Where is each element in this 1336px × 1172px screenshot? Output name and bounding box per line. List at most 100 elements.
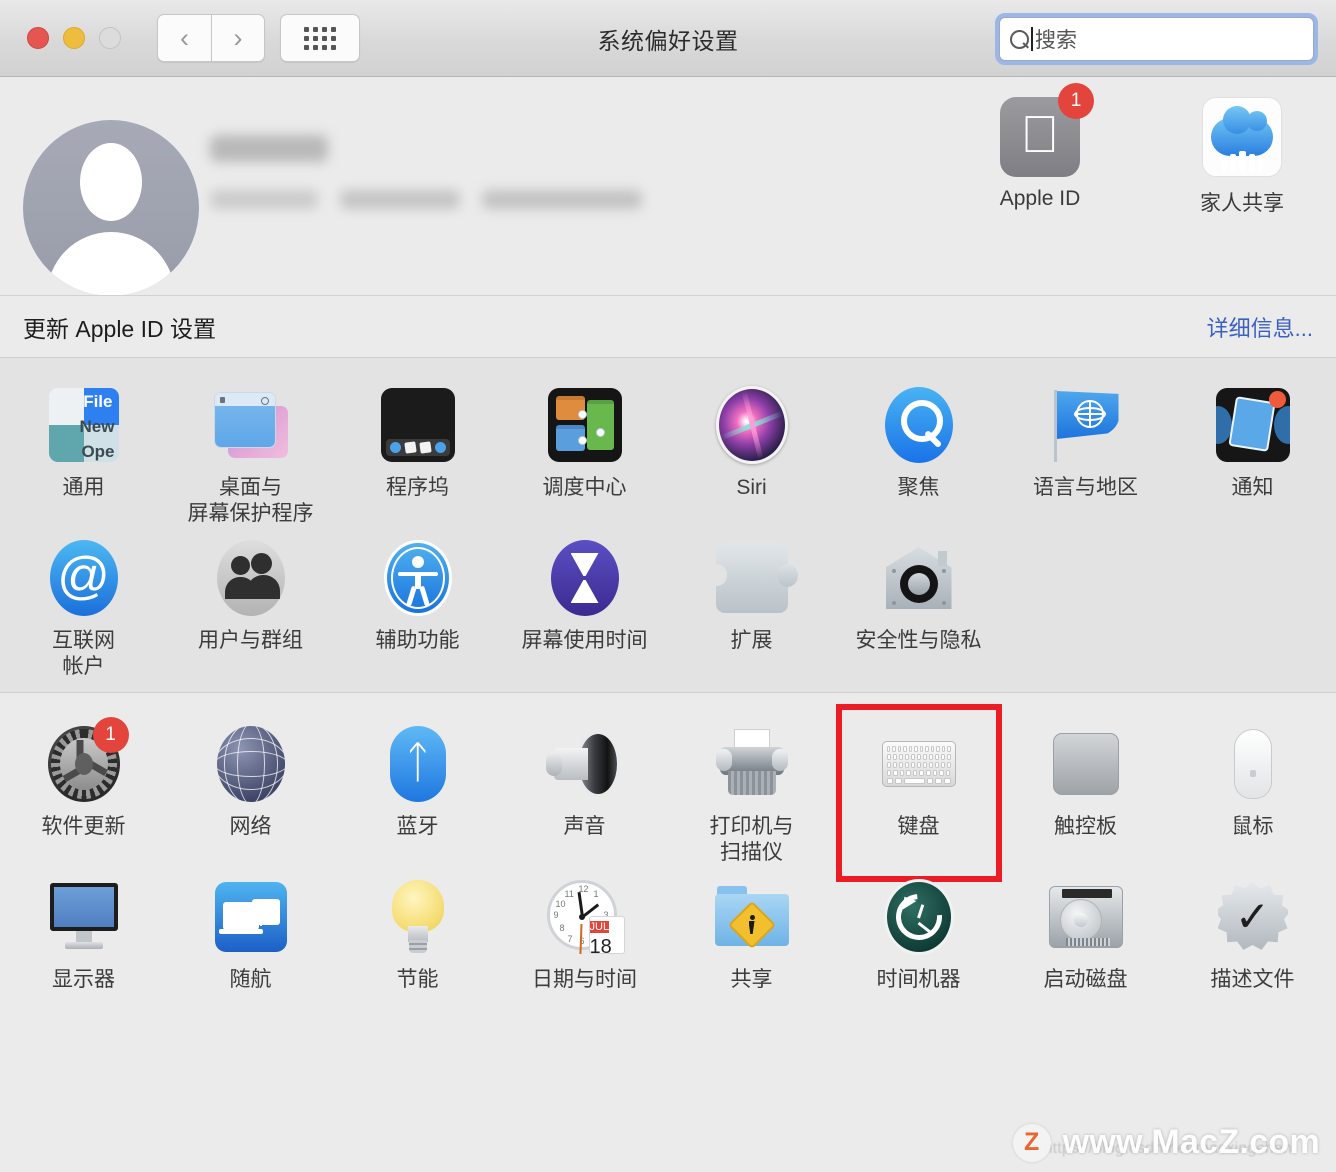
energy-saver-bulb-icon [377,876,459,958]
pref-item-sidecar[interactable]: 随航 [167,868,334,1021]
family-sharing-button[interactable]: 家人共享 [1172,97,1312,217]
pref-item-users-groups[interactable]: 用户与群组 [167,529,334,682]
macz-logo-icon: Z [1012,1123,1051,1162]
time-machine-icon [878,876,960,958]
trackpad-icon [1045,723,1127,805]
pref-item-general[interactable]: File New Ope 通用 [0,376,167,529]
watermark: Z www.MacZ.com [1012,1123,1320,1162]
pref-item-mission-control[interactable]: 调度中心 [501,376,668,529]
pref-grid-spacer [1169,529,1336,682]
bluetooth-icon: ᛏ [377,723,459,805]
pref-item-language-region[interactable]: 语言与地区 [1002,376,1169,529]
pref-item-sound[interactable]: 声音 [501,715,668,868]
text-cursor [1031,27,1033,51]
preference-row: File New Ope 通用 桌面与 屏幕保护程序 程序坞 调度中心 Siri… [0,376,1336,529]
pref-item-startup-disk[interactable]: 启动磁盘 [1002,868,1169,1021]
pref-item-screen-time[interactable]: 屏幕使用时间 [501,529,668,682]
desktop-screensaver-icon [210,384,292,466]
pref-item-security-privacy[interactable]: 安全性与隐私 [835,529,1002,682]
displays-icon [43,876,125,958]
pref-item-label: 打印机与 扫描仪 [709,815,794,864]
calendar-chip: JUL 18 [588,916,625,954]
date-time-clock-icon: 12 3 6 9 11 1 10 8 7 JUL 18 [544,876,626,958]
pref-item-label: Siri [736,476,767,499]
search-placeholder: 搜索 [1035,29,1077,52]
pref-item-desktop-screensaver[interactable]: 桌面与 屏幕保护程序 [167,376,334,529]
dock-icon [377,384,459,466]
network-globe-icon [210,723,292,805]
account-name-redacted [210,135,328,162]
apple-id-account-banner[interactable]:  1 Apple ID 家人共享 [0,77,1336,296]
preference-row: @ 互联网 帐户 用户与群组 辅助功能 屏幕使用时间 扩展 安全性与隐私 [0,529,1336,682]
pref-item-trackpad[interactable]: 触控板 [1002,715,1169,868]
apple-logo-icon:  1 [1000,83,1094,177]
sound-speaker-icon [544,723,626,805]
pref-item-extensions[interactable]: 扩展 [668,529,835,682]
notifications-icon [1212,384,1294,466]
details-link[interactable]: 详细信息... [1207,311,1313,343]
pref-item-label: 程序坞 [386,476,449,499]
pref-item-sharing[interactable]: 共享 [668,868,835,1021]
software-update-gear-icon: 1 [43,717,129,805]
pref-item-label: 启动磁盘 [1043,968,1128,991]
pref-item-mouse[interactable]: 鼠标 [1169,715,1336,868]
account-shortcut-group:  1 Apple ID 家人共享 [970,83,1312,217]
pref-item-date-time[interactable]: 12 3 6 9 11 1 10 8 7 JUL 18 日期与时间 [501,868,668,1021]
spotlight-icon [878,384,960,466]
pref-item-software-update[interactable]: 1 软件更新 [0,715,167,868]
preference-row: 显示器 随航 节能 12 3 6 9 11 1 10 8 7 JUL 18 日期… [0,868,1336,1021]
search-input[interactable]: 搜索 [999,17,1314,61]
pref-item-label: 随航 [229,968,272,991]
system-preferences-window: ‹ › 系统偏好设置 搜索 1 Apple ID 家人共享 更新 Apple I… [0,0,1336,1172]
pref-item-label: 语言与地区 [1033,476,1138,499]
pref-item-label: 节能 [396,968,439,991]
screen-time-hourglass-icon [544,537,626,619]
pref-item-label: 互联网 帐户 [52,629,115,678]
pref-item-label: 屏幕使用时间 [521,629,648,652]
pref-grid-spacer [1002,529,1169,682]
pref-item-spotlight[interactable]: 聚焦 [835,376,1002,529]
pref-item-label: 用户与群组 [198,629,303,652]
pref-item-profiles[interactable]: ✓ 描述文件 [1169,868,1336,1021]
language-region-flag-icon [1045,384,1127,466]
pref-item-label: 触控板 [1054,815,1117,838]
pref-item-label: 桌面与 屏幕保护程序 [187,476,314,525]
pref-item-bluetooth[interactable]: ᛏ 蓝牙 [334,715,501,868]
preferences-section-hardware: 1 软件更新 网络 ᛏ 蓝牙 声音 打印机与 扫描仪 键盘 触控板 鼠标 显示器… [0,692,1336,1035]
pref-item-label: 显示器 [52,968,115,991]
pref-item-label: 软件更新 [41,815,126,838]
apple-id-button[interactable]:  1 Apple ID [970,83,1110,217]
sharing-folder-icon [711,876,793,958]
status-badge: 1 [92,717,129,753]
pref-item-keyboard[interactable]: 键盘 [835,704,1002,882]
account-text-block [210,135,642,209]
pref-item-network[interactable]: 网络 [167,715,334,868]
pref-item-label: 网络 [229,815,272,838]
pref-item-label: 辅助功能 [375,629,460,652]
pref-item-label: 调度中心 [542,476,627,499]
pref-item-energy-saver[interactable]: 节能 [334,868,501,1021]
pref-item-label: 键盘 [897,815,940,838]
preference-row: 1 软件更新 网络 ᛏ 蓝牙 声音 打印机与 扫描仪 键盘 触控板 鼠标 [0,704,1336,882]
search-icon [1010,29,1029,49]
pref-item-printers-scanners[interactable]: 打印机与 扫描仪 [668,715,835,868]
pref-item-dock[interactable]: 程序坞 [334,376,501,529]
avatar-head-shape [80,143,142,221]
pref-item-label: 通用 [62,476,105,499]
pref-item-displays[interactable]: 显示器 [0,868,167,1021]
pref-item-label: 安全性与隐私 [855,629,982,652]
apple-id-label: Apple ID [999,187,1081,210]
extensions-puzzle-icon [706,537,798,619]
apple-id-update-notice: 更新 Apple ID 设置 详细信息... [0,295,1336,357]
family-sharing-label: 家人共享 [1200,192,1284,215]
pref-item-siri[interactable]: Siri [668,376,835,529]
avatar[interactable] [23,120,199,296]
pref-item-time-machine[interactable]: 时间机器 [835,868,1002,1021]
pref-item-notifications[interactable]: 通知 [1169,376,1336,529]
pref-item-label: 日期与时间 [532,968,637,991]
mission-control-icon [544,384,626,466]
pref-item-label: 时间机器 [876,968,961,991]
pref-item-label: 鼠标 [1231,815,1274,838]
pref-item-accessibility[interactable]: 辅助功能 [334,529,501,682]
pref-item-internet-accounts[interactable]: @ 互联网 帐户 [0,529,167,682]
